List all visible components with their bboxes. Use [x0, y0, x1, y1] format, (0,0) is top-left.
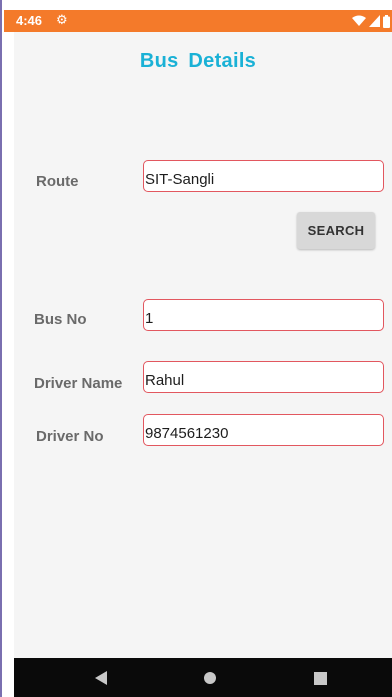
- bus-no-input[interactable]: 1: [143, 299, 384, 331]
- route-value: SIT-Sangli: [145, 171, 215, 188]
- route-input[interactable]: SIT-Sangli: [143, 160, 384, 192]
- wifi-icon: [352, 15, 366, 26]
- bus-no-label: Bus No: [34, 311, 87, 328]
- navigation-bar: [14, 658, 392, 697]
- route-label: Route: [36, 173, 79, 190]
- battery-icon: [383, 14, 390, 28]
- signal-icon: [369, 15, 380, 27]
- page-title: Bus Details: [139, 50, 257, 72]
- content-area: [14, 32, 392, 658]
- search-button[interactable]: SEARCH: [297, 212, 375, 249]
- driver-name-input[interactable]: Rahul: [143, 361, 384, 393]
- status-bar: 4:46 ⚙: [4, 10, 392, 32]
- gear-icon: ⚙: [56, 12, 68, 27]
- driver-name-value: Rahul: [145, 372, 185, 389]
- back-icon[interactable]: [91, 668, 111, 688]
- bus-no-value: 1: [145, 310, 154, 327]
- driver-no-label: Driver No: [36, 428, 104, 445]
- driver-no-value: 9874561230: [145, 425, 229, 442]
- driver-name-label: Driver Name: [34, 375, 123, 392]
- driver-no-input[interactable]: 9874561230: [143, 414, 384, 446]
- status-time: 4:46: [16, 13, 43, 28]
- recents-icon[interactable]: [310, 668, 330, 688]
- phone-screen: 4:46 ⚙ Bus Details Route SIT-Sangli SEAR…: [0, 0, 392, 697]
- status-icons: [352, 14, 390, 28]
- home-icon[interactable]: [200, 668, 220, 688]
